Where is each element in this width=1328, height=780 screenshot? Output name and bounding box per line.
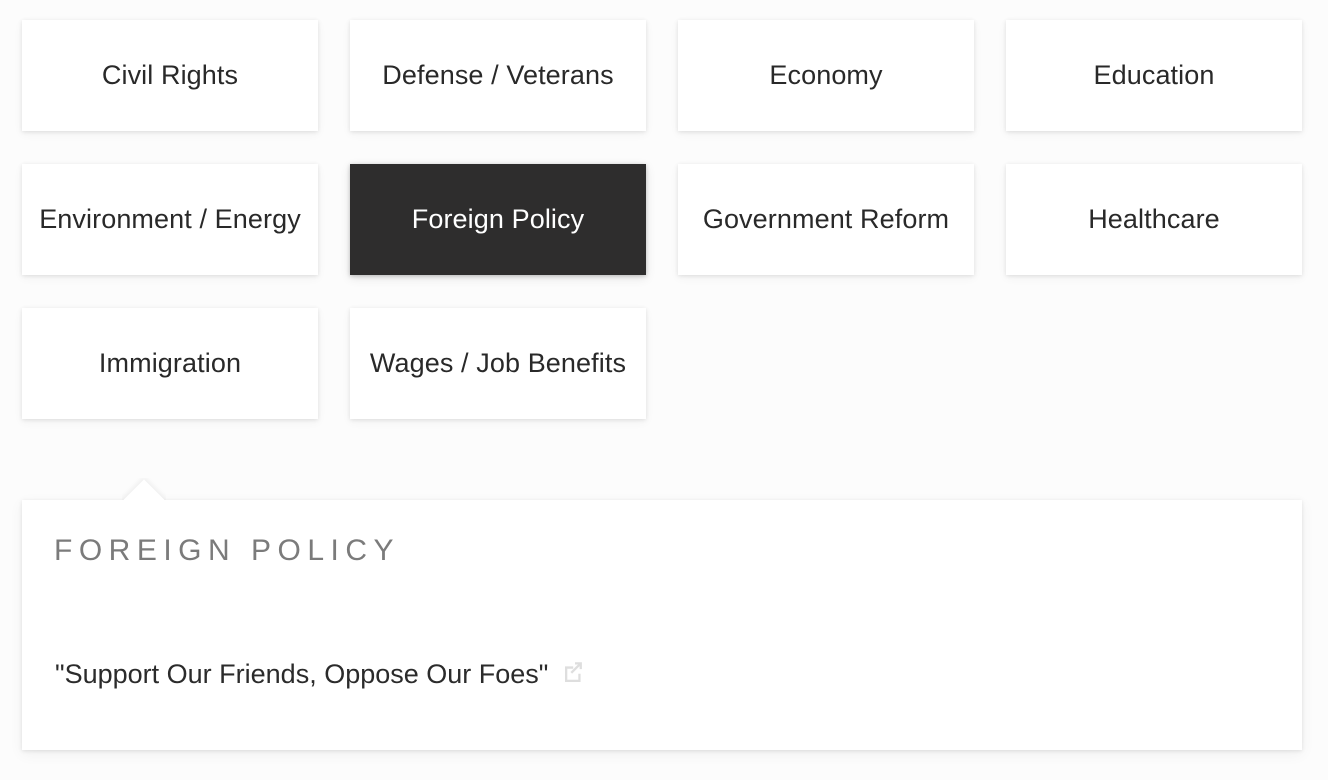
- topic-card-defense-veterans[interactable]: Defense / Veterans: [350, 20, 646, 131]
- topic-card-label: Wages / Job Benefits: [369, 347, 627, 378]
- topic-card-government-reform[interactable]: Government Reform: [678, 164, 974, 275]
- topic-card-label: Education: [1093, 59, 1215, 90]
- page-root: Civil Rights Defense / Veterans Economy …: [0, 0, 1328, 780]
- topic-card-label: Healthcare: [1088, 203, 1220, 234]
- topic-card-label: Immigration: [98, 347, 242, 378]
- topic-detail-panel: FOREIGN POLICY "Support Our Friends, Opp…: [22, 500, 1302, 750]
- topic-card-environment-energy[interactable]: Environment / Energy: [22, 164, 318, 275]
- topic-grid-empty-cell: [678, 308, 974, 419]
- topic-card-immigration[interactable]: Immigration: [22, 308, 318, 419]
- topic-card-education[interactable]: Education: [1006, 20, 1302, 131]
- topic-card-healthcare[interactable]: Healthcare: [1006, 164, 1302, 275]
- panel-title: FOREIGN POLICY: [54, 534, 401, 567]
- topic-card-grid: Civil Rights Defense / Veterans Economy …: [22, 20, 1302, 419]
- topic-card-civil-rights[interactable]: Civil Rights: [22, 20, 318, 131]
- topic-card-label: Civil Rights: [101, 59, 239, 90]
- topic-card-label: Government Reform: [702, 203, 950, 234]
- panel-body: "Support Our Friends, Oppose Our Foes": [55, 658, 1270, 690]
- topic-card-label: Foreign Policy: [411, 203, 585, 234]
- topic-card-economy[interactable]: Economy: [678, 20, 974, 131]
- topic-grid-empty-cell: [1006, 308, 1302, 419]
- topic-card-wages-job-benefits[interactable]: Wages / Job Benefits: [350, 308, 646, 419]
- topic-quote-text: "Support Our Friends, Oppose Our Foes": [55, 659, 549, 689]
- topic-card-label: Economy: [769, 59, 883, 90]
- panel-caret-icon: [122, 478, 166, 500]
- topic-card-label: Defense / Veterans: [382, 59, 614, 90]
- external-link-icon[interactable]: [562, 660, 584, 682]
- topic-card-label: Environment / Energy: [39, 203, 301, 234]
- topic-card-foreign-policy[interactable]: Foreign Policy: [350, 164, 646, 275]
